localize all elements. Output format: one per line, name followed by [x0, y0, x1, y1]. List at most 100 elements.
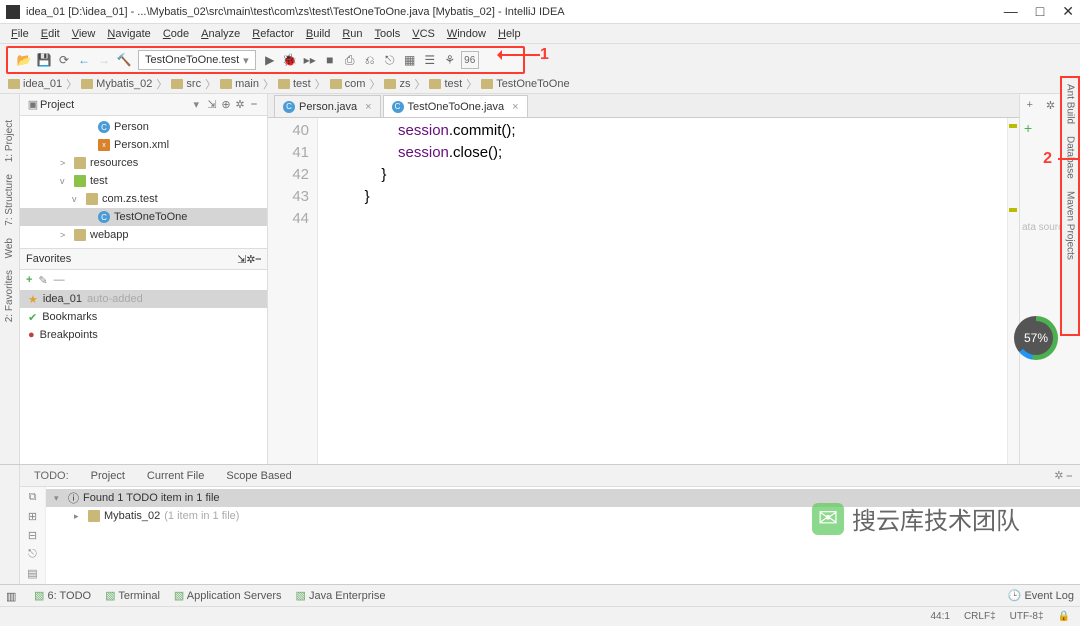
collapse-icon[interactable]: ⊟	[28, 529, 37, 542]
hide-icon[interactable]: ⎯	[247, 98, 261, 111]
save-icon[interactable]: 💾	[35, 51, 53, 69]
breadcrumb-item[interactable]: src	[171, 78, 201, 90]
chevron-down-icon[interactable]: ▾	[193, 98, 199, 111]
forward-icon[interactable]: →	[95, 51, 113, 69]
todo-tab[interactable]: TODO:	[24, 468, 79, 484]
menu-refactor[interactable]: Refactor	[247, 27, 299, 41]
encoding[interactable]: UTF-8‡	[1010, 611, 1044, 622]
target-icon[interactable]: ⊕	[219, 98, 233, 111]
menu-file[interactable]: File	[6, 27, 34, 41]
todo-tab[interactable]: Project	[81, 468, 135, 484]
gear-icon[interactable]: ✲	[233, 98, 247, 111]
breadcrumb-item[interactable]: zs	[384, 78, 410, 90]
right-tab[interactable]: Ant Build	[1063, 78, 1078, 130]
tool6-icon[interactable]: ⚘	[441, 51, 459, 69]
filter-icon[interactable]: ⧉	[29, 491, 37, 504]
toolwin-button[interactable]: ▧ Application Servers	[174, 589, 282, 602]
maximize-button[interactable]: □	[1036, 3, 1044, 20]
tree-row[interactable]: >webapp	[20, 226, 267, 244]
annotation-2: 2	[1043, 150, 1052, 168]
close-button[interactable]: ✕	[1062, 3, 1074, 20]
tree-row[interactable]: CPerson	[20, 118, 267, 136]
hide-icon[interactable]: ⎯	[256, 253, 262, 266]
breadcrumb-item[interactable]: test	[429, 78, 462, 90]
event-log[interactable]: 🕒 Event Log	[1008, 589, 1074, 602]
code-area[interactable]: 4041424344 session.commit(); session.clo…	[268, 118, 1019, 464]
edit-icon[interactable]: ✎	[38, 274, 47, 287]
tool5-icon[interactable]: ☰	[421, 51, 439, 69]
tool2-icon[interactable]: ⎌	[361, 51, 379, 69]
tool3-icon[interactable]: ⎋	[381, 51, 399, 69]
breadcrumb-item[interactable]: test	[278, 78, 311, 90]
left-tab[interactable]: 1: Project	[2, 114, 17, 168]
toolwin-button[interactable]: ▧ 6: TODO	[34, 589, 91, 602]
editor-tab[interactable]: CTestOneToOne.java×	[383, 95, 528, 117]
favorites-list[interactable]: ★idea_01 auto-added✔Bookmarks●Breakpoint…	[20, 290, 267, 344]
tool-icon[interactable]: ⎋	[28, 548, 37, 561]
coverage-button[interactable]: ▸▸	[301, 51, 319, 69]
collapse-icon[interactable]: ⇲	[237, 253, 246, 266]
tool2-icon[interactable]: ▤	[27, 567, 37, 580]
collapse-icon[interactable]: ⇲	[205, 98, 219, 111]
menu-navigate[interactable]: Navigate	[102, 27, 155, 41]
menu-build[interactable]: Build	[301, 27, 335, 41]
breadcrumb-item[interactable]: Mybatis_02	[81, 78, 152, 90]
tree-row[interactable]: CTestOneToOne	[20, 208, 267, 226]
coverage-gauge: 57%	[1014, 316, 1058, 360]
breadcrumb-item[interactable]: main	[220, 78, 259, 90]
toolwin-button[interactable]: ▧ Java Enterprise	[296, 589, 386, 602]
favorites-row[interactable]: ✔Bookmarks	[20, 308, 267, 326]
editor-tab[interactable]: CPerson.java×	[274, 95, 381, 117]
run-button[interactable]: ▶	[261, 51, 279, 69]
menu-tools[interactable]: Tools	[370, 27, 406, 41]
right-tab[interactable]: Maven Projects	[1063, 185, 1078, 266]
counter-box[interactable]: 96	[461, 51, 479, 69]
left-tab[interactable]: 2: Favorites	[2, 264, 17, 328]
left-tab[interactable]: 7: Structure	[2, 168, 17, 232]
favorites-row[interactable]: ●Breakpoints	[20, 326, 267, 344]
gear-icon[interactable]: ✲	[246, 253, 255, 266]
run-config-dropdown[interactable]: TestOneToOne.test ▾	[138, 50, 256, 70]
debug-button[interactable]: 🐞	[281, 51, 299, 69]
menu-run[interactable]: Run	[337, 27, 367, 41]
minimize-button[interactable]: —	[1004, 3, 1018, 20]
tree-row[interactable]: vcom.zs.test	[20, 190, 267, 208]
expand-icon[interactable]: ⊞	[28, 510, 37, 523]
structure-icon[interactable]: ▦	[401, 51, 419, 69]
menu-analyze[interactable]: Analyze	[196, 27, 245, 41]
add-icon[interactable]: +	[26, 274, 32, 286]
toolwin-icon[interactable]: ▥	[6, 590, 20, 602]
sync-icon[interactable]: ⟳	[55, 51, 73, 69]
info-icon: ⓘ	[68, 490, 79, 506]
status-bar: 44:1 CRLF‡ UTF-8‡ 🔒	[0, 606, 1080, 626]
menu-window[interactable]: Window	[442, 27, 491, 41]
delete-icon[interactable]: —	[54, 274, 65, 286]
tree-row[interactable]: >resources	[20, 154, 267, 172]
breadcrumb-item[interactable]: TestOneToOne	[481, 78, 569, 90]
breadcrumb-item[interactable]: idea_01	[8, 78, 62, 90]
menu-code[interactable]: Code	[158, 27, 194, 41]
tool1-icon[interactable]: ⎙	[341, 51, 359, 69]
tree-row[interactable]: xPerson.xml	[20, 136, 267, 154]
toolwin-button[interactable]: ▧ Terminal	[105, 589, 160, 602]
todo-tab[interactable]: Current File	[137, 468, 214, 484]
line-separator[interactable]: CRLF‡	[964, 611, 996, 622]
build-icon[interactable]: 🔨	[115, 51, 133, 69]
project-tree[interactable]: CPersonxPerson.xml>resourcesvtestvcom.zs…	[20, 116, 267, 248]
menu-help[interactable]: Help	[493, 27, 526, 41]
breadcrumb-item[interactable]: com	[330, 78, 366, 90]
left-tab[interactable]: Web	[2, 232, 17, 264]
favorites-row[interactable]: ★idea_01 auto-added	[20, 290, 267, 308]
menu-edit[interactable]: Edit	[36, 27, 65, 41]
back-icon[interactable]: ←	[75, 51, 93, 69]
menu-vcs[interactable]: VCS	[407, 27, 440, 41]
todo-tab[interactable]: Scope Based	[216, 468, 301, 484]
tree-row[interactable]: vtest	[20, 172, 267, 190]
plus-icon[interactable]: +	[1026, 99, 1032, 111]
code-lines[interactable]: session.commit(); session.close(); } }	[318, 118, 516, 464]
menu-view[interactable]: View	[67, 27, 101, 41]
stop-button[interactable]: ■	[321, 51, 339, 69]
open-icon[interactable]: 📂	[15, 51, 33, 69]
lock-icon[interactable]: 🔒	[1058, 611, 1070, 622]
gear-icon[interactable]: ✲	[1046, 99, 1055, 112]
